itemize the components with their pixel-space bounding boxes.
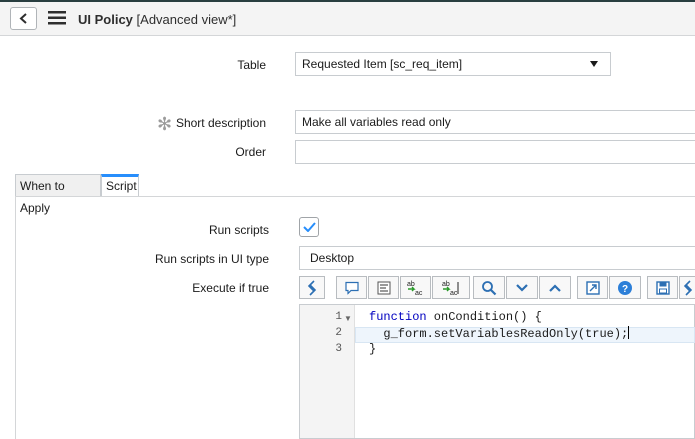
svg-text:ab: ab — [407, 281, 415, 288]
code-line: g_form.setVariablesReadOnly(true); — [369, 326, 630, 341]
expand-button[interactable] — [539, 276, 571, 299]
page-title-view: [Advanced view*] — [136, 12, 237, 27]
line-number-gutter: 1 ▼ 2 3 — [300, 305, 355, 438]
help-button[interactable]: ? — [609, 276, 641, 299]
svg-text:ab: ab — [442, 281, 450, 288]
fullscreen-button[interactable] — [577, 276, 608, 299]
code-keyword: function — [369, 310, 427, 324]
replace-all-button[interactable]: ab ac — [432, 276, 470, 299]
script-editor[interactable]: 1 ▼ 2 3 function onCondition() { g_form.… — [299, 304, 695, 439]
run-scripts-label: Run scripts — [208, 223, 269, 237]
replace-icon: abac — [407, 281, 423, 296]
table-select[interactable]: Requested Item [sc_req_item] — [295, 52, 611, 76]
short-description-label: Short description — [175, 116, 266, 130]
fullscreen-icon — [585, 280, 600, 295]
line-number: 2 — [335, 327, 342, 339]
help-icon: ? — [618, 280, 632, 295]
table-select-value: Requested Item [sc_req_item] — [302, 57, 463, 71]
svg-text:?: ? — [622, 284, 628, 295]
ui-type-select[interactable]: Desktop — [299, 246, 695, 270]
search-icon — [482, 280, 497, 295]
chevron-up-icon — [549, 283, 561, 292]
form-header: UI Policy [Advanced view*] — [0, 2, 695, 36]
line-number: 3 — [335, 343, 342, 355]
code-text: } — [369, 342, 377, 356]
code-text: onCondition() { — [426, 310, 542, 324]
code-text: g_form.setVariablesReadOnly(true); — [369, 327, 629, 341]
ui-type-label: Run scripts in UI type — [154, 252, 269, 266]
replace-button[interactable]: ab ac — [400, 276, 431, 299]
execute-if-true-label: Execute if true — [192, 281, 269, 295]
order-input[interactable] — [295, 140, 695, 164]
tab-script[interactable]: Script — [101, 174, 139, 197]
format-code-icon — [377, 281, 390, 294]
page-title: UI Policy [Advanced view*] — [78, 12, 236, 27]
toggle-syntax-icon — [307, 279, 317, 296]
text-cursor — [628, 326, 630, 339]
code-line: function onCondition() { — [369, 310, 542, 324]
comment-icon — [344, 281, 359, 294]
hamburger-menu-icon[interactable] — [48, 11, 66, 25]
line-number: 1 — [335, 311, 342, 323]
toggle-syntax-button[interactable] — [299, 276, 325, 299]
section-left-border — [15, 197, 16, 439]
search-button[interactable] — [473, 276, 505, 299]
toggle-syntax-button-2[interactable] — [679, 276, 695, 299]
format-code-button[interactable] — [368, 276, 399, 299]
code-line: } — [369, 342, 376, 356]
table-label: Table — [237, 58, 266, 72]
back-button[interactable] — [10, 7, 37, 30]
save-icon — [655, 280, 670, 295]
replace-all-icon: abac — [442, 281, 459, 296]
tab-when-to-apply[interactable]: When to Apply — [15, 174, 101, 215]
chevron-down-icon — [516, 283, 528, 292]
caret-down-icon — [590, 61, 598, 67]
short-description-value: Make all variables read only — [302, 115, 451, 129]
ui-type-value: Desktop — [310, 251, 355, 265]
run-scripts-checkbox[interactable] — [299, 217, 319, 237]
toggle-syntax-icon — [683, 279, 692, 296]
svg-text:ac: ac — [415, 290, 423, 296]
short-description-input[interactable]: Make all variables read only — [295, 110, 695, 134]
checkmark-icon — [303, 222, 316, 232]
order-label: Order — [235, 145, 266, 159]
chevron-left-icon — [19, 13, 27, 24]
fold-arrow-icon[interactable]: ▼ — [344, 314, 352, 323]
save-button[interactable] — [647, 276, 678, 299]
collapse-button[interactable] — [506, 276, 538, 299]
tab-divider — [15, 196, 695, 197]
page-title-main: UI Policy — [78, 12, 133, 27]
comment-button[interactable] — [336, 276, 367, 299]
svg-text:ac: ac — [450, 290, 458, 296]
